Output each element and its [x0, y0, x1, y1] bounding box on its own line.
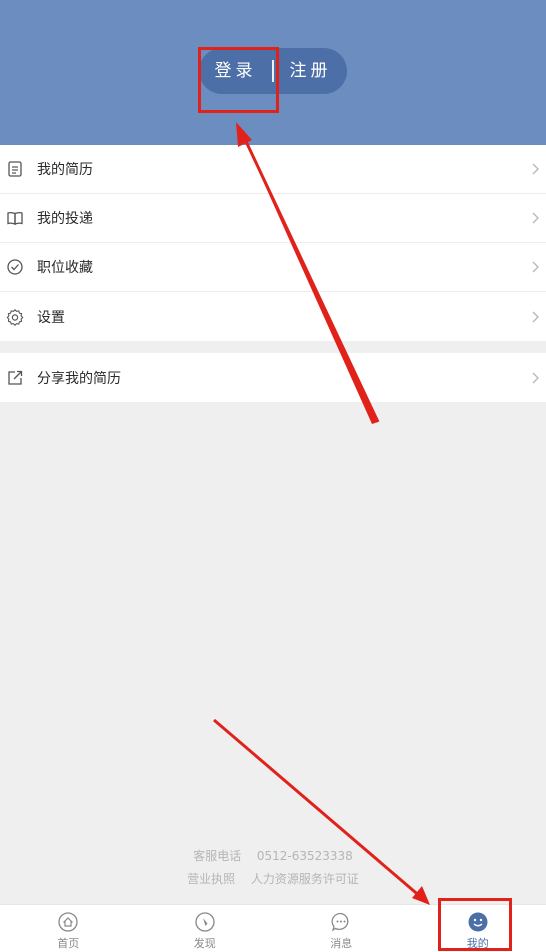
register-button[interactable]: 注册 — [274, 48, 347, 94]
menu-item-favorites[interactable]: 职位收藏 — [0, 243, 546, 292]
tab-label: 我的 — [466, 937, 489, 950]
menu-item-label: 设置 — [37, 309, 65, 326]
tab-label: 发现 — [193, 937, 216, 950]
chevron-right-icon — [532, 372, 539, 383]
check-circle-icon — [7, 259, 23, 275]
menu-item-label: 职位收藏 — [37, 260, 93, 276]
share-icon — [8, 370, 23, 385]
license-line: 营业执照 人力资源服务许可证 — [0, 870, 546, 887]
auth-divider — [272, 60, 274, 82]
menu-item-settings[interactable]: 设置 — [0, 292, 546, 341]
document-icon — [8, 161, 22, 177]
hr-license-link[interactable]: 人力资源服务许可证 — [251, 872, 359, 886]
chevron-right-icon — [532, 261, 539, 273]
home-icon — [58, 912, 78, 932]
service-phone-line: 客服电话 0512-63523338 — [0, 847, 546, 864]
menu-item-label: 我的简历 — [37, 162, 93, 178]
book-icon — [7, 211, 23, 225]
tab-messages[interactable]: 消息 — [273, 905, 410, 952]
chevron-right-icon — [532, 212, 539, 224]
login-button[interactable]: 登录 — [199, 48, 272, 94]
menu-item-applications[interactable]: 我的投递 — [0, 194, 546, 243]
smiley-icon — [468, 912, 488, 932]
chevron-right-icon — [532, 163, 539, 175]
phone-label: 客服电话 — [193, 849, 242, 863]
tab-label: 消息 — [330, 937, 353, 950]
phone-number[interactable]: 0512-63523338 — [257, 849, 353, 863]
auth-pill: 登录 注册 — [199, 48, 347, 94]
share-menu: 分享我的简历 — [0, 353, 546, 402]
chevron-right-icon — [532, 311, 539, 322]
profile-menu: 我的简历 我的投递 职位收藏 设置 — [0, 145, 546, 341]
menu-item-share-resume[interactable]: 分享我的简历 — [0, 353, 546, 402]
message-icon — [331, 912, 349, 932]
tab-label: 首页 — [57, 937, 80, 950]
bottom-tab-bar: 首页 发现 消息 我的 — [0, 904, 546, 952]
tab-mine[interactable]: 我的 — [410, 905, 546, 952]
business-license-link[interactable]: 营业执照 — [187, 872, 235, 886]
profile-header: 登录 注册 — [0, 0, 546, 145]
arrowhead-mine — [412, 886, 430, 905]
compass-icon — [195, 912, 215, 932]
menu-item-label: 分享我的简历 — [37, 370, 121, 387]
gear-icon — [6, 308, 24, 326]
tab-discover[interactable]: 发现 — [137, 905, 274, 952]
tab-home[interactable]: 首页 — [0, 905, 137, 952]
menu-item-resume[interactable]: 我的简历 — [0, 145, 546, 194]
menu-item-label: 我的投递 — [37, 211, 93, 227]
